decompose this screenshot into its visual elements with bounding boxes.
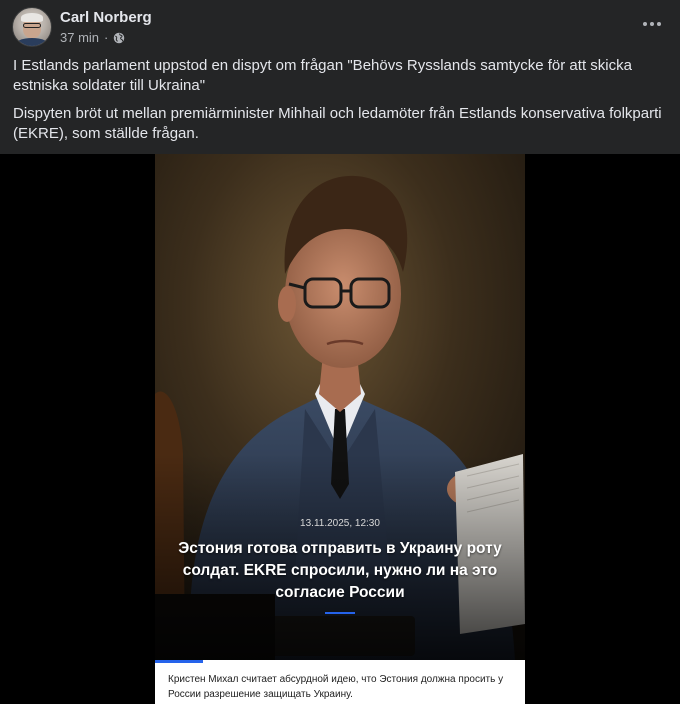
avatar-hair	[21, 13, 43, 22]
avatar-glasses	[23, 23, 41, 28]
avatar-shoulders	[15, 38, 49, 46]
avatar[interactable]	[12, 7, 52, 47]
headline-accent-line	[325, 612, 355, 614]
post-time[interactable]: 37 min	[60, 30, 99, 45]
post-paragraph-2: Dispyten bröt ut mellan premiärminister …	[13, 105, 662, 142]
caption-bar: Кристен Михал считает абсурдной идею, чт…	[155, 660, 525, 704]
post-media[interactable]: 13.11.2025, 12:30 Эстония готова отправи…	[0, 154, 680, 704]
news-headline: Эстония готова отправить в Украину роту …	[178, 540, 502, 601]
news-caption: Кристен Михал считает абсурдной идею, чт…	[168, 674, 504, 700]
post-paragraph-1: I Estlands parlament uppstod en dispyt o…	[13, 57, 632, 94]
news-photo[interactable]: 13.11.2025, 12:30 Эстония готова отправи…	[155, 154, 525, 660]
post-text: I Estlands parlament uppstod en dispyt o…	[13, 56, 663, 152]
globe-icon[interactable]	[113, 32, 125, 44]
post-meta: 37 min ·	[60, 30, 125, 45]
post-header: Carl Norberg 37 min ·	[0, 0, 680, 56]
more-horizontal-icon	[643, 22, 661, 26]
author-name[interactable]: Carl Norberg	[60, 9, 152, 26]
meta-separator: ·	[104, 30, 109, 45]
news-date: 13.11.2025, 12:30	[300, 518, 380, 529]
more-options-button[interactable]	[636, 10, 668, 38]
caption-accent-line	[155, 660, 203, 663]
